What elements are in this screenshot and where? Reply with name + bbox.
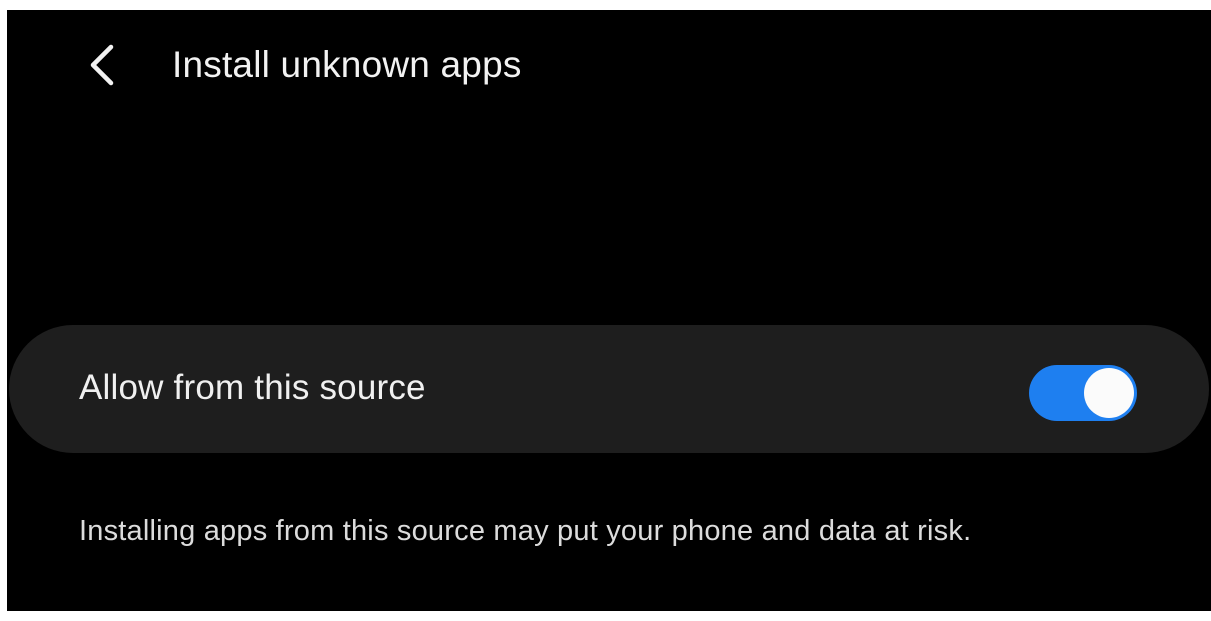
back-button[interactable]	[77, 40, 127, 90]
app-bar: Install unknown apps	[7, 10, 1211, 120]
switch-knob	[1084, 368, 1134, 418]
warning-text: Installing apps from this source may put…	[79, 515, 972, 547]
settings-screen: Install unknown apps Allow from this sou…	[7, 10, 1211, 611]
chevron-left-icon	[90, 44, 114, 86]
page-title: Install unknown apps	[172, 44, 522, 85]
setting-label: Allow from this source	[79, 368, 426, 407]
allow-toggle-switch[interactable]	[1029, 365, 1137, 421]
allow-from-source-setting[interactable]: Allow from this source	[9, 325, 1209, 453]
